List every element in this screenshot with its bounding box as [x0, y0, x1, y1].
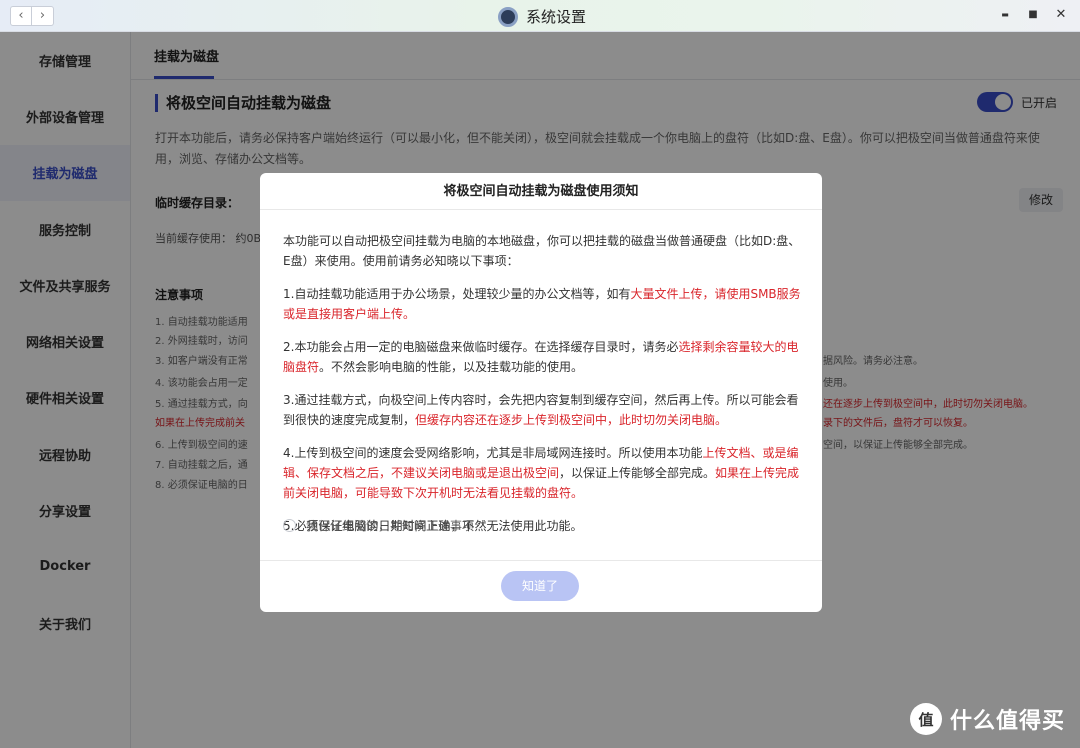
window-title-group: 系统设置 — [498, 6, 586, 27]
forward-button[interactable]: › — [32, 6, 54, 26]
close-icon[interactable]: ✕ — [1054, 7, 1068, 23]
agree-label: 我已仔细阅读，并知晓上述事项 — [306, 519, 475, 533]
dialog-item-3: 3.通过挂载方式，向极空间上传内容时，会先把内容复制到缓存空间，然后再上传。所以… — [283, 390, 801, 430]
dialog-item-1: 1.自动挂载功能适用于办公场景，处理较少量的办公文档等，如有大量文件上传，请使用… — [283, 284, 801, 324]
dialog-title: 将极空间自动挂载为磁盘使用须知 — [260, 173, 822, 210]
item-text: 。不然会影响电脑的性能，以及挂载功能的使用。 — [319, 360, 584, 374]
dialog-divider — [260, 560, 822, 561]
item-text: 4.上传到极空间的速度会受网络影响，尤其是非局域网连接时。所以使用本功能 — [283, 446, 703, 460]
back-button[interactable]: ‹ — [10, 6, 32, 26]
minimize-icon[interactable]: ▬ — [998, 7, 1012, 23]
watermark: 值 什么值得买 — [910, 703, 1065, 735]
item-text: 1.自动挂载功能适用于办公场景，处理较少量的办公文档等，如有 — [283, 287, 631, 301]
dialog-item-2: 2.本功能会占用一定的电脑磁盘来做临时缓存。在选择缓存目录时，请务必选择剩余容量… — [283, 337, 801, 377]
nav-buttons: ‹ › — [10, 6, 54, 26]
watermark-text: 什么值得买 — [950, 709, 1066, 734]
dialog-item-4: 4.上传到极空间的速度会受网络影响，尤其是非局域网连接时。所以使用本功能上传文档… — [283, 443, 801, 503]
usage-notice-dialog: 将极空间自动挂载为磁盘使用须知 本功能可以自动把极空间挂载为电脑的本地磁盘，你可… — [260, 173, 822, 612]
got-it-button[interactable]: 知道了 — [501, 571, 579, 601]
dialog-body: 本功能可以自动把极空间挂载为电脑的本地磁盘，你可以把挂载的磁盘当做普通硬盘（比如… — [283, 231, 801, 549]
title-bar: ‹ › 系统设置 ▬ ■ ✕ — [0, 0, 1080, 32]
window-controls: ▬ ■ ✕ — [998, 7, 1068, 23]
agree-checkbox-row[interactable]: 我已仔细阅读，并知晓上述事项 — [283, 517, 474, 534]
item-warning-text: 但缓存内容还在逐步上传到极空间中，此时切勿关闭电脑。 — [415, 413, 728, 427]
dialog-intro: 本功能可以自动把极空间挂载为电脑的本地磁盘，你可以把挂载的磁盘当做普通硬盘（比如… — [283, 234, 801, 268]
watermark-logo-icon: 值 — [910, 703, 942, 735]
window-title: 系统设置 — [526, 8, 587, 26]
item-text: ，以保证上传能够全部完成。 — [559, 466, 716, 480]
maximize-icon[interactable]: ■ — [1026, 7, 1040, 23]
app-logo-icon — [498, 6, 518, 27]
item-text: 2.本功能会占用一定的电脑磁盘来做临时缓存。在选择缓存目录时，请务必 — [283, 340, 679, 354]
agree-radio[interactable] — [283, 519, 296, 532]
